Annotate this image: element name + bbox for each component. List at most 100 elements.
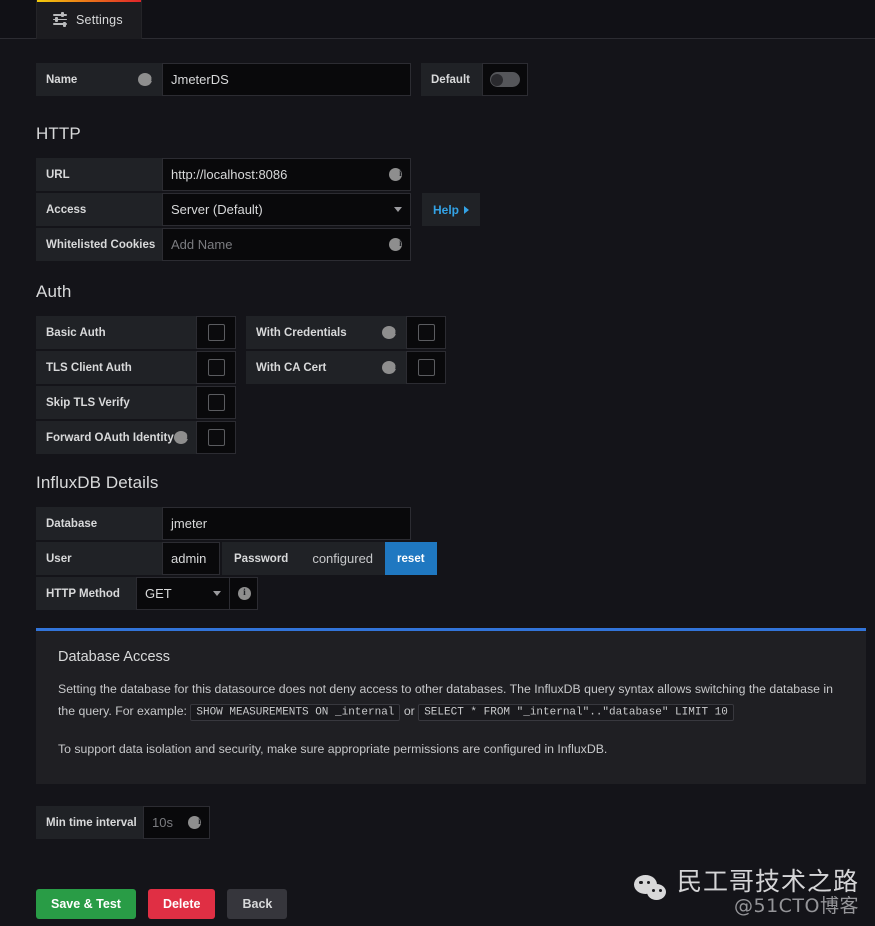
with-ca-cert-checkbox[interactable]	[406, 351, 446, 384]
info-icon[interactable]: i	[238, 587, 251, 600]
tls-client-auth-checkbox[interactable]	[196, 351, 236, 384]
auth-row: With CA Cert i	[246, 351, 446, 384]
name-label-cell: Name i	[36, 63, 162, 96]
http-section-title: HTTP	[36, 124, 81, 143]
database-access-title: Database Access	[58, 649, 171, 665]
whitelisted-cookies-row: Whitelisted Cookies Add Name i	[36, 228, 480, 261]
delete-button[interactable]: Delete	[147, 889, 216, 919]
info-icon[interactable]: i	[389, 238, 402, 251]
min-interval-label-cell: Min time interval	[36, 806, 143, 839]
with-credentials-label: With Credentials	[256, 326, 347, 339]
info-icon[interactable]: i	[188, 816, 201, 829]
name-input[interactable]: JmeterDS	[162, 63, 411, 96]
back-button[interactable]: Back	[227, 889, 288, 919]
watermark-text: 民工哥技术之路 @51CTO博客	[676, 866, 859, 918]
checkbox-box	[207, 394, 225, 411]
user-label: User	[46, 552, 72, 565]
sliders-icon	[53, 12, 67, 27]
info-icon[interactable]: i	[389, 168, 402, 181]
http-method-row: HTTP Method GET i	[36, 577, 437, 610]
chevron-down-icon	[394, 207, 402, 212]
help-button[interactable]: Help	[422, 193, 481, 226]
http-method-label: HTTP Method	[46, 587, 120, 600]
watermark-title: 民工哥技术之路	[676, 866, 859, 896]
tab-settings[interactable]: Settings	[36, 0, 142, 39]
with-credentials-checkbox[interactable]	[406, 316, 446, 349]
database-input-value: jmeter	[171, 516, 208, 531]
tls-client-auth-label-cell: TLS Client Auth	[36, 351, 196, 384]
checkbox-box	[417, 359, 435, 376]
database-access-paragraph-2: To support data isolation and security, …	[58, 741, 608, 756]
http-section: HTTP URL http://localhost:8086 i Access …	[36, 124, 481, 263]
default-toggle[interactable]	[481, 63, 528, 96]
with-ca-cert-label-cell: With CA Cert i	[246, 351, 406, 384]
forward-oauth-label-cell: Forward OAuth Identity i	[36, 421, 196, 454]
url-label-cell: URL	[36, 158, 162, 191]
http-method-value: GET	[145, 586, 172, 601]
auth-column-right: With Credentials i With CA Cert i	[246, 316, 446, 456]
watermark: 民工哥技术之路 @51CTO博客	[633, 866, 859, 918]
access-select[interactable]: Server (Default)	[162, 193, 411, 226]
min-time-interval-row: Min time interval 10s i	[36, 806, 210, 841]
basic-auth-checkbox[interactable]	[196, 316, 236, 349]
with-ca-cert-label: With CA Cert	[256, 361, 327, 374]
auth-section: Auth Basic Auth TLS Client Auth Skip TLS…	[36, 282, 446, 456]
auth-row: Forward OAuth Identity i	[36, 421, 236, 454]
default-label-cell: Default	[421, 63, 482, 96]
auth-row: TLS Client Auth	[36, 351, 236, 384]
min-interval-label: Min time interval	[46, 816, 137, 829]
cookies-label: Whitelisted Cookies	[46, 238, 156, 251]
tab-settings-label: Settings	[76, 12, 123, 27]
cookies-input-placeholder: Add Name	[171, 237, 233, 252]
info-icon[interactable]: i	[382, 361, 397, 374]
database-input[interactable]: jmeter	[162, 507, 411, 540]
default-label: Default	[431, 73, 470, 86]
cookies-label-cell: Whitelisted Cookies	[36, 228, 162, 261]
skip-tls-verify-label: Skip TLS Verify	[46, 396, 130, 409]
user-input-value: admin	[171, 551, 207, 566]
min-interval-input[interactable]: 10s i	[143, 806, 210, 839]
influxdb-details-section: InfluxDB Details Database jmeter User ad…	[36, 473, 437, 612]
auth-section-title: Auth	[36, 282, 72, 301]
datasource-settings-page: Settings Name i JmeterDS Default HTTP UR…	[0, 0, 875, 926]
help-button-label: Help	[433, 202, 460, 217]
access-label: Access	[46, 203, 87, 216]
url-label: URL	[46, 168, 70, 181]
auth-column-left: Basic Auth TLS Client Auth Skip TLS Veri…	[36, 316, 236, 456]
access-label-cell: Access	[36, 193, 162, 226]
database-row: Database jmeter	[36, 507, 437, 540]
info-icon[interactable]: i	[138, 73, 153, 86]
password-reset-button[interactable]: reset	[385, 542, 437, 575]
basic-auth-label: Basic Auth	[46, 326, 106, 339]
database-access-panel: Database Access Setting the database for…	[36, 628, 866, 785]
chevron-right-icon	[464, 205, 470, 214]
http-method-select[interactable]: GET	[136, 577, 230, 610]
user-password-row: User admin Password configured reset	[36, 542, 437, 575]
password-value-text: configured	[312, 551, 374, 566]
url-row: URL http://localhost:8086 i	[36, 158, 480, 191]
info-icon[interactable]: i	[173, 431, 189, 444]
auth-columns: Basic Auth TLS Client Auth Skip TLS Veri…	[36, 316, 446, 456]
access-select-value: Server (Default)	[171, 202, 263, 217]
user-input[interactable]: admin	[162, 542, 220, 575]
checkbox-box	[207, 429, 225, 446]
http-method-info-cell: i	[230, 577, 258, 610]
database-access-or: or	[403, 703, 415, 718]
skip-tls-verify-label-cell: Skip TLS Verify	[36, 386, 196, 419]
cookies-input[interactable]: Add Name i	[162, 228, 411, 261]
password-label-cell: Password	[222, 542, 301, 575]
name-row: Name i JmeterDS Default	[36, 63, 528, 98]
wechat-icon	[633, 874, 668, 905]
save-and-test-button[interactable]: Save & Test	[36, 889, 136, 919]
checkbox-box	[207, 324, 225, 341]
info-icon[interactable]: i	[382, 326, 397, 339]
url-input[interactable]: http://localhost:8086 i	[162, 158, 411, 191]
password-configured-value: configured	[300, 542, 386, 575]
http-method-label-cell: HTTP Method	[36, 577, 136, 610]
toggle-track	[489, 72, 520, 87]
code-snippet-1: SHOW MEASUREMENTS ON _internal	[190, 704, 401, 722]
name-label: Name	[46, 73, 78, 86]
auth-row: Skip TLS Verify	[36, 386, 236, 419]
skip-tls-verify-checkbox[interactable]	[196, 386, 236, 419]
forward-oauth-checkbox[interactable]	[196, 421, 236, 454]
